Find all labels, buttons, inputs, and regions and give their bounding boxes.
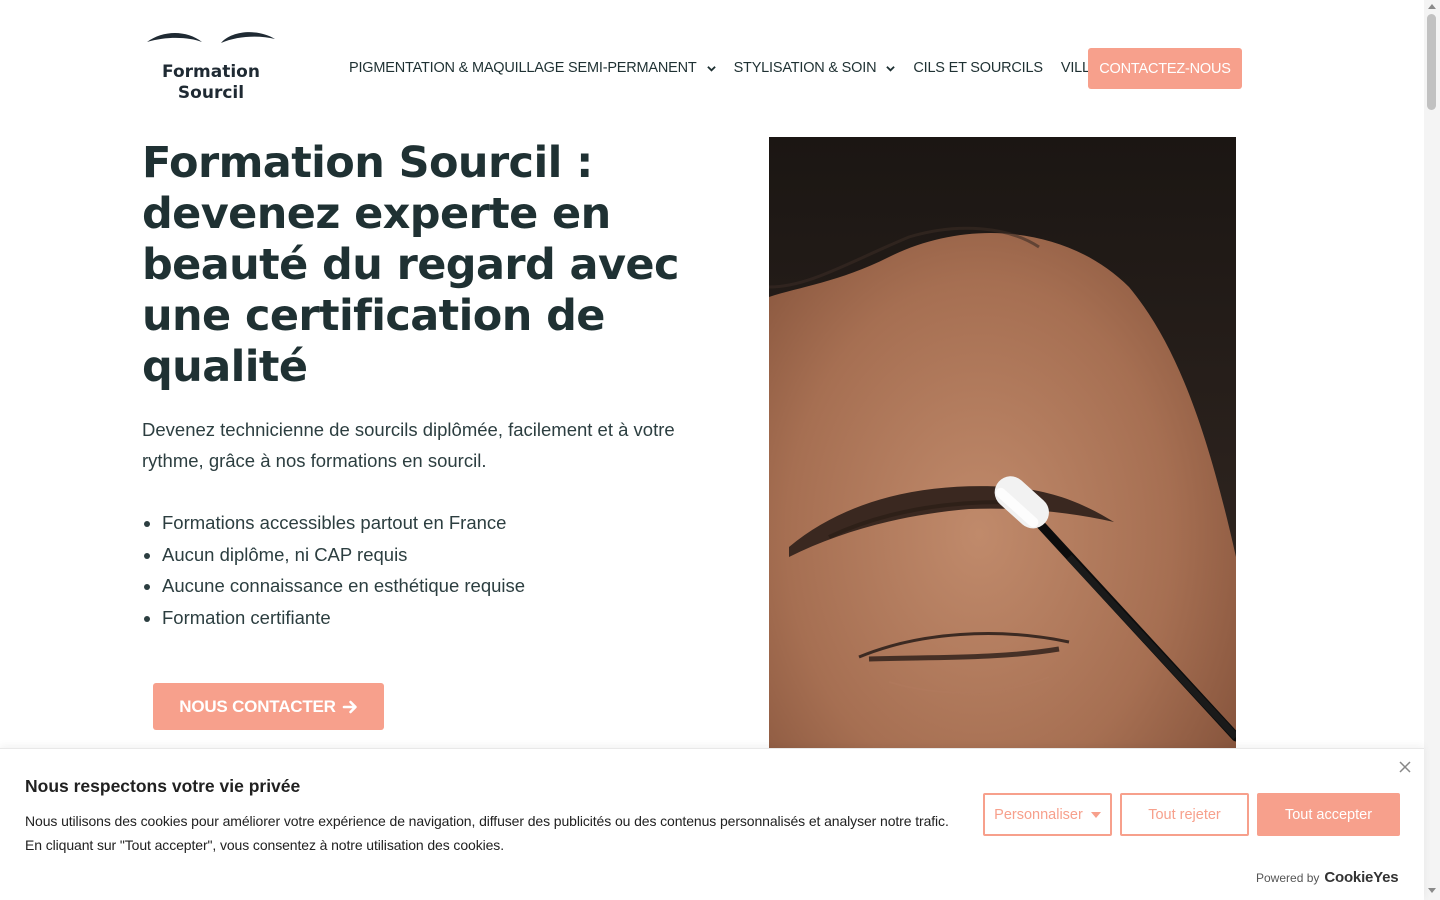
main-nav: PIGMENTATION & MAQUILLAGE SEMI-PERMANENT… <box>349 48 1127 88</box>
nav-item-label: CILS ET SOURCILS <box>913 60 1043 76</box>
list-item: Aucune connaissance en esthétique requis… <box>162 570 525 602</box>
scroll-up-icon[interactable] <box>1428 4 1436 9</box>
powered-by[interactable]: Powered by CookieYes <box>1256 869 1399 886</box>
cookie-text: Nous utilisons des cookies pour améliore… <box>25 813 949 853</box>
site-logo[interactable]: Formation Sourcil <box>145 28 280 108</box>
hero-image <box>769 137 1236 748</box>
arrow-right-icon <box>342 700 357 713</box>
contact-button-label: NOUS CONTACTER <box>179 696 336 716</box>
nav-item-label: PIGMENTATION & MAQUILLAGE SEMI-PERMANENT <box>349 60 697 76</box>
customize-button[interactable]: Personnaliser <box>983 793 1112 836</box>
close-icon[interactable] <box>1398 760 1412 774</box>
scroll-down-icon[interactable] <box>1428 888 1436 893</box>
nav-item-cils-sourcils[interactable]: CILS ET SOURCILS <box>913 60 1043 76</box>
logo-line-2: Sourcil <box>177 83 245 103</box>
chevron-down-icon <box>886 65 896 72</box>
nav-item-pigmentation[interactable]: PIGMENTATION & MAQUILLAGE SEMI-PERMANENT <box>349 60 716 76</box>
list-item: Formation certifiante <box>162 602 525 634</box>
eyebrow-brush-photo <box>769 137 1236 748</box>
list-item: Aucun diplôme, ni CAP requis <box>162 539 525 571</box>
contact-button[interactable]: NOUS CONTACTER <box>153 683 384 730</box>
caret-down-icon <box>1090 811 1101 818</box>
cookieyes-logo: CookieYes <box>1324 869 1399 886</box>
accept-all-button[interactable]: Tout accepter <box>1257 793 1400 836</box>
reject-all-button[interactable]: Tout rejeter <box>1120 793 1249 836</box>
hero-subtitle: Devenez technicienne de sourcils diplômé… <box>142 419 675 471</box>
scrollbar-thumb[interactable] <box>1427 14 1436 110</box>
hero-benefits-list: Formations accessibles partout en France… <box>162 507 525 634</box>
logo-line-1: Formation <box>162 62 260 82</box>
site-header: Formation Sourcil PIGMENTATION & MAQUILL… <box>0 0 1424 130</box>
cookie-title: Nous respectons votre vie privée <box>25 776 301 796</box>
eyebrows-icon <box>147 32 275 43</box>
list-item: Formations accessibles partout en France <box>162 507 525 539</box>
nav-item-stylisation[interactable]: STYLISATION & SOIN <box>734 60 896 76</box>
hero-title: Formation Sourcil : devenez experte en b… <box>142 138 679 392</box>
logo-text: Formation Sourcil <box>145 62 277 104</box>
powered-by-text: Powered by <box>1256 871 1320 885</box>
nav-item-label: STYLISATION & SOIN <box>733 60 877 76</box>
customize-label: Personnaliser <box>994 806 1083 823</box>
contact-us-button[interactable]: CONTACTEZ-NOUS <box>1088 48 1242 89</box>
chevron-down-icon <box>706 65 716 72</box>
cookie-banner: Nous respectons votre vie privée Nous ut… <box>0 748 1424 900</box>
page-scrollbar[interactable] <box>1424 0 1440 900</box>
